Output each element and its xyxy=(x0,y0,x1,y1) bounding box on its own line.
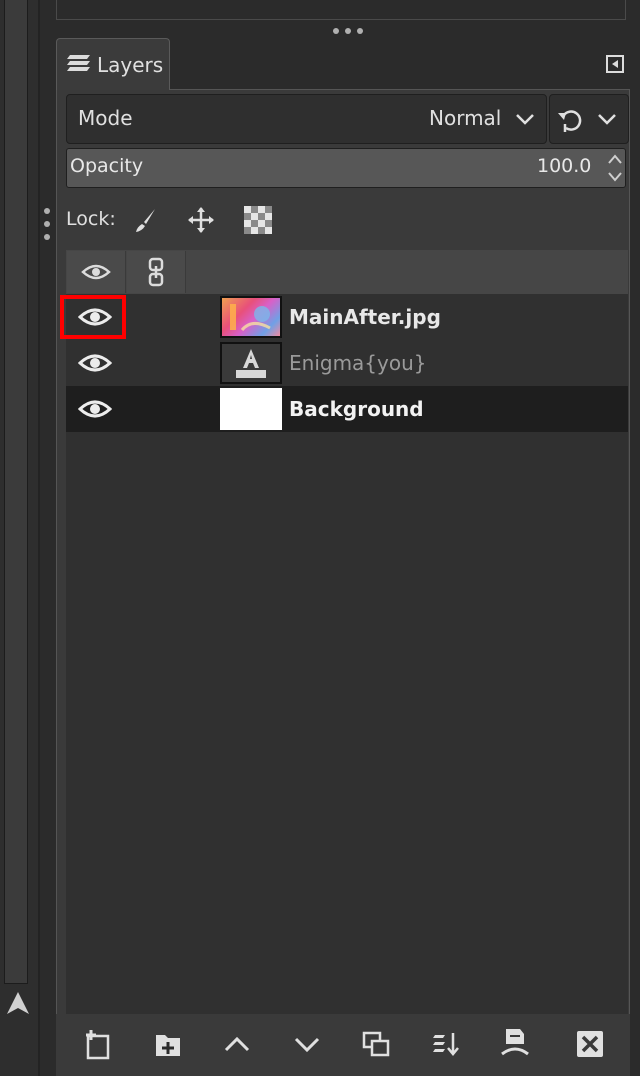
layer-name[interactable]: MainAfter.jpg xyxy=(289,305,441,329)
paintbrush-icon[interactable] xyxy=(131,205,161,235)
layer-visibility-eye-icon[interactable] xyxy=(70,386,120,432)
layer-row-text[interactable]: Enigma{you} xyxy=(66,340,628,386)
opacity-label: Opacity xyxy=(70,155,144,177)
eye-icon[interactable] xyxy=(67,251,126,293)
chevron-down-icon xyxy=(596,108,618,134)
chain-icon[interactable] xyxy=(127,251,186,293)
dock-divider xyxy=(38,0,40,1076)
anchor-layer-icon[interactable] xyxy=(497,1024,533,1060)
upper-dock-panel xyxy=(56,0,626,20)
checkerboard-icon[interactable] xyxy=(243,205,273,235)
layer-thumbnail-photo xyxy=(220,296,282,338)
layer-thumbnail-white xyxy=(220,388,282,430)
drag-handle-vertical-icon[interactable] xyxy=(42,205,52,245)
merge-layer-icon[interactable] xyxy=(428,1026,464,1062)
lock-label: Lock: xyxy=(66,208,116,230)
lower-layer-icon[interactable] xyxy=(289,1026,325,1062)
highlight-annotation-box xyxy=(60,295,126,339)
drag-handle-horizontal-icon[interactable] xyxy=(326,22,370,34)
chevron-down-icon[interactable] xyxy=(514,108,536,130)
composite-mode-button[interactable] xyxy=(549,94,629,144)
layer-name[interactable]: Enigma{you} xyxy=(289,351,427,375)
layer-row-background-selected[interactable]: Background xyxy=(66,386,628,432)
move-icon[interactable] xyxy=(186,205,216,235)
raise-layer-icon[interactable] xyxy=(219,1026,255,1062)
layer-row-mainafter[interactable]: MainAfter.jpg xyxy=(66,294,628,340)
delete-layer-icon[interactable] xyxy=(572,1026,608,1062)
reset-mode-icon xyxy=(556,107,584,137)
layers-toolbar xyxy=(56,1014,630,1076)
mode-label: Mode xyxy=(78,106,133,130)
left-scrollbar-track[interactable] xyxy=(4,0,28,984)
tab-layers-label: Layers xyxy=(97,53,164,77)
new-layer-group-icon[interactable] xyxy=(150,1026,186,1062)
mode-value[interactable]: Normal xyxy=(429,106,501,130)
new-layer-icon[interactable] xyxy=(80,1026,116,1062)
layers-stack-icon xyxy=(67,52,93,78)
text-layer-icon xyxy=(220,342,282,384)
layer-visibility-eye-icon[interactable] xyxy=(70,340,120,386)
opacity-value[interactable]: 100.0 xyxy=(537,155,591,177)
right-window-edge xyxy=(630,0,640,1076)
opacity-spinner-icon[interactable] xyxy=(604,150,626,186)
duplicate-layer-icon[interactable] xyxy=(358,1026,394,1062)
layer-name[interactable]: Background xyxy=(289,397,424,421)
pointer-arrow-icon[interactable] xyxy=(3,988,33,1018)
panel-menu-icon[interactable] xyxy=(603,52,627,76)
tab-layers[interactable]: Layers xyxy=(56,38,170,91)
